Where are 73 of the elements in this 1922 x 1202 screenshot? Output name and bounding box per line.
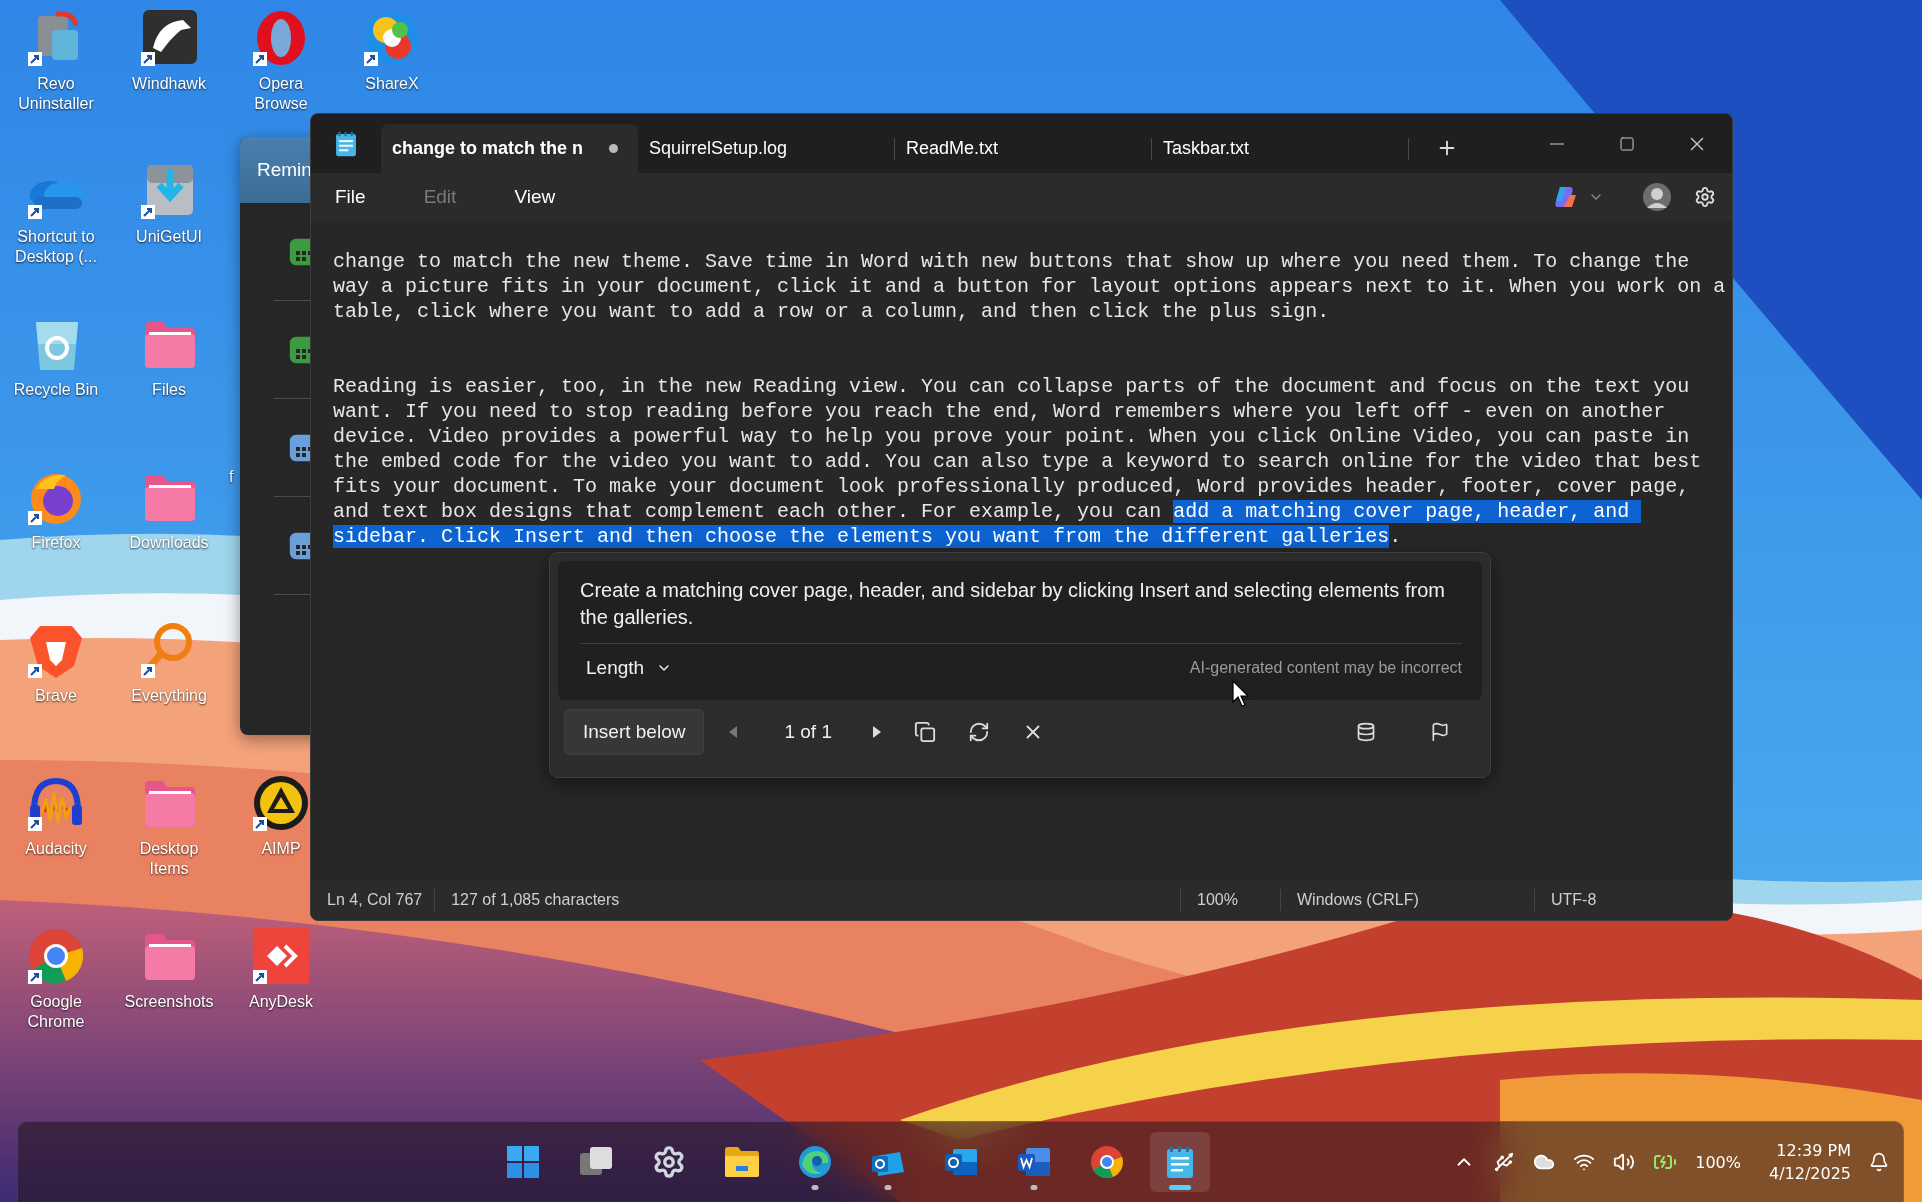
refresh-icon (968, 721, 990, 743)
settings-icon (1694, 186, 1716, 208)
copy-icon (914, 721, 936, 743)
desktop-icon-label[interactable]: UniGetUI (136, 227, 202, 247)
desktop-icon-label[interactable]: ShareX (365, 74, 419, 94)
desktop-icon-label[interactable]: AIMP (261, 839, 301, 859)
minimize-icon (1550, 142, 1564, 145)
document-icon (1016, 1146, 1052, 1178)
desktop-icon-label[interactable]: AnyDesk (249, 992, 313, 1012)
browser-icon (1090, 1145, 1124, 1179)
tab[interactable]: ReadMe.txt (895, 124, 1152, 173)
suggestion-text: Create a matching cover page, header, and sidebar by clicking Insert and selecting elements from the galleries. (580, 577, 1462, 644)
desktop-icon-label[interactable]: Audacity (25, 839, 87, 859)
usb-icon[interactable] (1493, 1151, 1516, 1173)
text-line: want. If you need to stop reading before you reach the end, Word remembers where you left off - even on another (333, 400, 1666, 423)
window-title: Remin (257, 159, 312, 181)
encoding[interactable]: UTF-8 (1534, 889, 1732, 911)
tab[interactable]: change to match the n (381, 124, 638, 173)
selected-text: sidebar. Click Insert and then choose the elements you want from the different galleries (333, 525, 1390, 548)
desktop-icon-label[interactable]: Recycle Bin (13, 380, 99, 400)
settings-icon (652, 1145, 686, 1179)
desktop-icon-label[interactable]: Revo Uninstaller (8, 74, 104, 114)
database-icon (1356, 722, 1376, 742)
avatar-icon[interactable] (1642, 182, 1672, 212)
desktop-icon-label[interactable]: Windhawk (132, 74, 206, 94)
cursor-position: Ln 4, Col 767 (326, 890, 424, 910)
notification-icon[interactable] (1869, 1152, 1889, 1172)
volume-icon[interactable] (1613, 1151, 1636, 1173)
character-count: 127 of 1,085 characters (434, 889, 1180, 911)
text-line: Reading is easier, too, in the new Reading view. You can collapse parts of the document and focus on the text you (333, 375, 1690, 398)
browser-icon (798, 1145, 832, 1179)
text-line: change to match the new theme. Save time in Word with new buttons that show up where you need them. To change the (333, 250, 1690, 273)
desktop-icon-label[interactable]: Desktop Items (121, 839, 217, 879)
desktop-icon-label[interactable]: Everything (131, 686, 207, 706)
menu-item[interactable]: View (502, 180, 568, 214)
text-line: fits your document. To make your document look professionally produced, Word provides header, footer, cover page, (333, 475, 1690, 498)
text-line: and text box designs that complement each other. For example, you can (333, 500, 1163, 523)
disclaimer-text: AI-generated content may be incorrect (1189, 659, 1462, 677)
text-line: table, click where you want to add a row or a column, and then click the plus sign. (333, 300, 1330, 323)
text-line: device. Video provides a powerful way to help you prove your point. When you click Online Video, you can paste in (333, 425, 1690, 448)
clock-time[interactable]: 12:39 PM (1776, 1141, 1851, 1160)
taskbar-button[interactable] (1150, 1132, 1210, 1192)
text-line: the embed code for the video you want to add. You can also type a keyword to search online for the video that best (333, 450, 1702, 473)
folder-icon (724, 1146, 760, 1178)
tab[interactable]: SquirrelSetup.log (638, 124, 895, 173)
desktop-icon-label[interactable]: Files (152, 380, 186, 400)
tab[interactable]: Taskbar.txt (1152, 124, 1409, 173)
desktop-icon-label[interactable]: f (229, 467, 234, 487)
length-dropdown[interactable]: Length (580, 657, 679, 679)
selected-text: add a matching cover page, header, and (1173, 500, 1642, 523)
flag-icon (1430, 722, 1450, 742)
desktop-icon-label[interactable]: Google Chrome (8, 992, 104, 1032)
line-ending[interactable]: Windows (CRLF) (1280, 889, 1534, 911)
text-line: way a picture fits in your document, click it and a button for layout options appears next to it. When you work on a (333, 275, 1726, 298)
text-line: . (1389, 525, 1402, 548)
result-counter: 1 of 1 (784, 721, 832, 743)
desktop-icon-label[interactable]: Shortcut to Desktop (... (8, 227, 104, 267)
desktop-icon-label[interactable]: Opera Browse (233, 74, 329, 114)
logo-icon (1552, 185, 1578, 209)
mouse-cursor-icon (1232, 680, 1250, 708)
maximize-icon (1619, 135, 1635, 152)
desktop-icon-label[interactable]: Screenshots (124, 992, 214, 1012)
desktop-icon-label[interactable]: Brave (35, 686, 77, 706)
caret-right-icon (872, 725, 882, 739)
start-icon (506, 1145, 540, 1179)
clock-date[interactable]: 4/12/2025 (1768, 1164, 1851, 1183)
caret-left-icon (728, 725, 739, 739)
zoom-level[interactable]: 100% (1180, 889, 1280, 911)
mail-icon (943, 1146, 979, 1178)
notepad-icon (333, 130, 359, 157)
menu-item[interactable]: File (323, 180, 378, 214)
insert-below-button[interactable]: Insert below (564, 709, 705, 755)
battery-percent: 100% (1695, 1152, 1741, 1172)
